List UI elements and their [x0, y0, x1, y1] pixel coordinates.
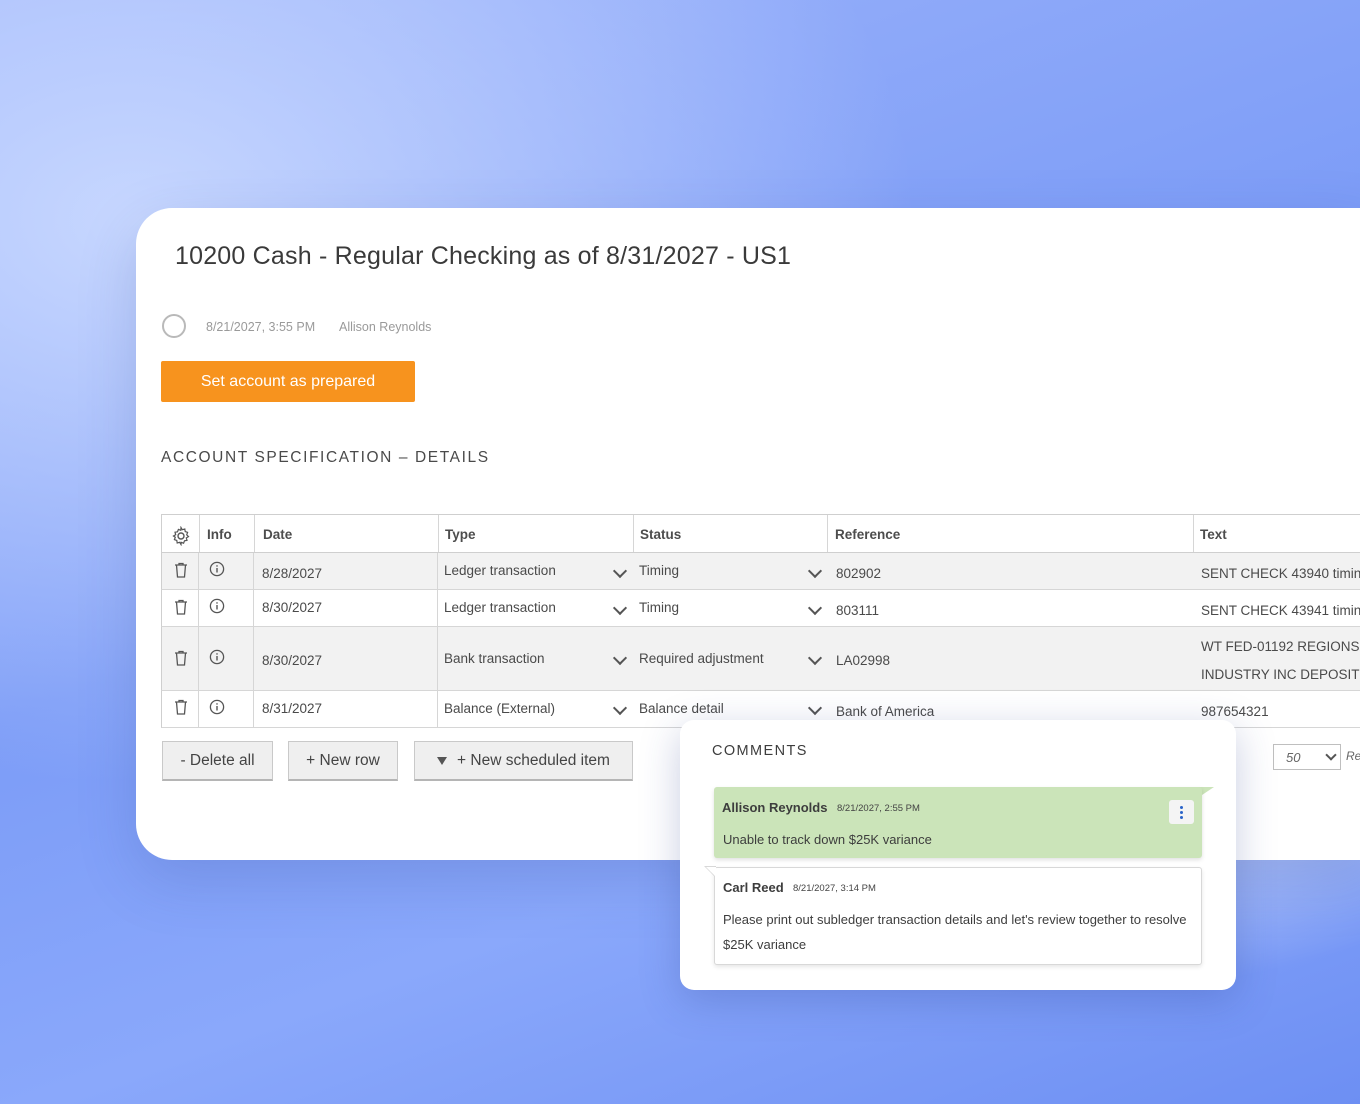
col-header-reference[interactable]: Reference [835, 527, 900, 542]
row-text: 987654321 [1201, 704, 1269, 719]
settings-gear-icon[interactable] [171, 525, 191, 551]
col-header-text[interactable]: Text [1200, 527, 1227, 542]
comment-date: 8/21/2027, 2:55 PM [837, 803, 920, 814]
comment-text: Please print out subledger transaction d… [723, 912, 1187, 927]
col-header-info[interactable]: Info [207, 527, 232, 542]
delete-all-button[interactable]: - Delete all [162, 741, 273, 781]
row-status-select[interactable]: Timing [639, 600, 679, 615]
row-text: WT FED-01192 REGIONS E [1201, 639, 1360, 654]
col-divider [633, 515, 634, 552]
row-text: SENT CHECK 43940 timin [1201, 566, 1360, 581]
col-divider [437, 590, 438, 626]
info-icon[interactable] [209, 561, 225, 582]
col-header-date[interactable]: Date [263, 527, 292, 542]
row-type-select[interactable]: Ledger transaction [444, 600, 556, 615]
col-divider [198, 627, 199, 690]
bubble-tail-fill [706, 867, 716, 877]
background-frame: 10200 Cash - Regular Checking as of 8/31… [0, 0, 1360, 1104]
info-icon[interactable] [209, 598, 225, 619]
col-divider [437, 691, 438, 727]
chevron-down-icon[interactable] [612, 700, 628, 716]
row-reference: LA02998 [836, 653, 891, 668]
status-circle-icon[interactable] [162, 314, 186, 338]
comments-title: COMMENTS [712, 743, 808, 759]
new-scheduled-item-button[interactable]: + New scheduled item [414, 741, 633, 781]
col-divider [199, 515, 200, 552]
page-size-select[interactable]: 50 [1273, 744, 1341, 770]
info-icon[interactable] [209, 649, 225, 670]
row-status-select[interactable]: Required adjustment [639, 651, 764, 666]
chevron-down-icon[interactable] [612, 563, 628, 579]
chevron-down-icon[interactable] [807, 600, 823, 616]
col-divider [437, 627, 438, 690]
status-user: Allison Reynolds [339, 320, 432, 334]
chevron-down-icon [1325, 749, 1337, 761]
col-divider [438, 515, 439, 552]
col-divider [254, 515, 255, 552]
row-reference: 802902 [836, 566, 882, 581]
col-header-status[interactable]: Status [640, 527, 681, 542]
comment-author: Carl Reed [723, 880, 784, 895]
row-date: 8/28/2027 [262, 566, 323, 581]
section-title: ACCOUNT SPECIFICATION – DETAILS [161, 449, 490, 466]
col-divider [253, 691, 254, 727]
row-type-select[interactable]: Balance (External) [444, 701, 555, 716]
row-reference: Bank of America [836, 704, 935, 719]
chevron-down-icon[interactable] [612, 650, 628, 666]
row-status-select[interactable]: Timing [639, 563, 679, 578]
trash-icon[interactable] [174, 562, 188, 583]
row-type-select[interactable]: Bank transaction [444, 651, 545, 666]
more-options-icon[interactable] [1169, 800, 1194, 824]
row-text-line2: INDUSTRY INC DEPOSIT a [1201, 667, 1360, 682]
chevron-down-icon[interactable] [807, 700, 823, 716]
info-icon[interactable] [209, 699, 225, 720]
page-size-label: Re [1346, 749, 1360, 763]
col-header-type[interactable]: Type [445, 527, 476, 542]
col-divider [198, 691, 199, 727]
row-text: SENT CHECK 43941 timin [1201, 603, 1360, 618]
table-row: 8/30/2027 Bank transaction Required adju… [161, 627, 1360, 691]
col-divider [198, 553, 199, 589]
comment-author: Allison Reynolds [722, 800, 828, 815]
new-row-button[interactable]: + New row [288, 741, 398, 781]
chevron-down-icon[interactable] [807, 650, 823, 666]
col-divider [827, 515, 828, 552]
col-divider [253, 590, 254, 626]
trash-icon[interactable] [174, 650, 188, 671]
comment-text-line2: $25K variance [723, 937, 807, 952]
row-date: 8/30/2027 [262, 653, 323, 668]
comment-text: Unable to track down $25K variance [723, 832, 932, 847]
row-date: 8/30/2027 [262, 600, 323, 615]
row-reference: 803111 [836, 603, 880, 618]
chevron-down-icon[interactable] [612, 600, 628, 616]
row-status-select[interactable]: Balance detail [639, 701, 724, 716]
new-scheduled-item-label: + New scheduled item [457, 751, 610, 769]
table-row: 8/28/2027 Ledger transaction Timing 8029… [161, 553, 1360, 590]
page-title: 10200 Cash - Regular Checking as of 8/31… [175, 242, 792, 270]
col-divider [437, 553, 438, 589]
set-prepared-button[interactable]: Set account as prepared [161, 361, 415, 402]
col-divider [198, 590, 199, 626]
dropdown-triangle-icon [437, 756, 448, 765]
col-divider [1193, 515, 1194, 552]
page-size-value: 50 [1286, 750, 1301, 765]
trash-icon[interactable] [174, 599, 188, 620]
comment-date: 8/21/2027, 3:14 PM [793, 883, 876, 894]
table-row: 8/30/2027 Ledger transaction Timing 8031… [161, 590, 1360, 627]
row-date: 8/31/2027 [262, 701, 323, 716]
details-table: Info Date Type Status Reference Text 8/2… [161, 514, 1360, 728]
col-divider [253, 627, 254, 690]
chevron-down-icon[interactable] [807, 563, 823, 579]
trash-icon[interactable] [174, 699, 188, 720]
status-date: 8/21/2027, 3:55 PM [206, 320, 316, 334]
row-type-select[interactable]: Ledger transaction [444, 563, 556, 578]
col-divider [253, 553, 254, 589]
table-header: Info Date Type Status Reference Text [161, 514, 1360, 553]
